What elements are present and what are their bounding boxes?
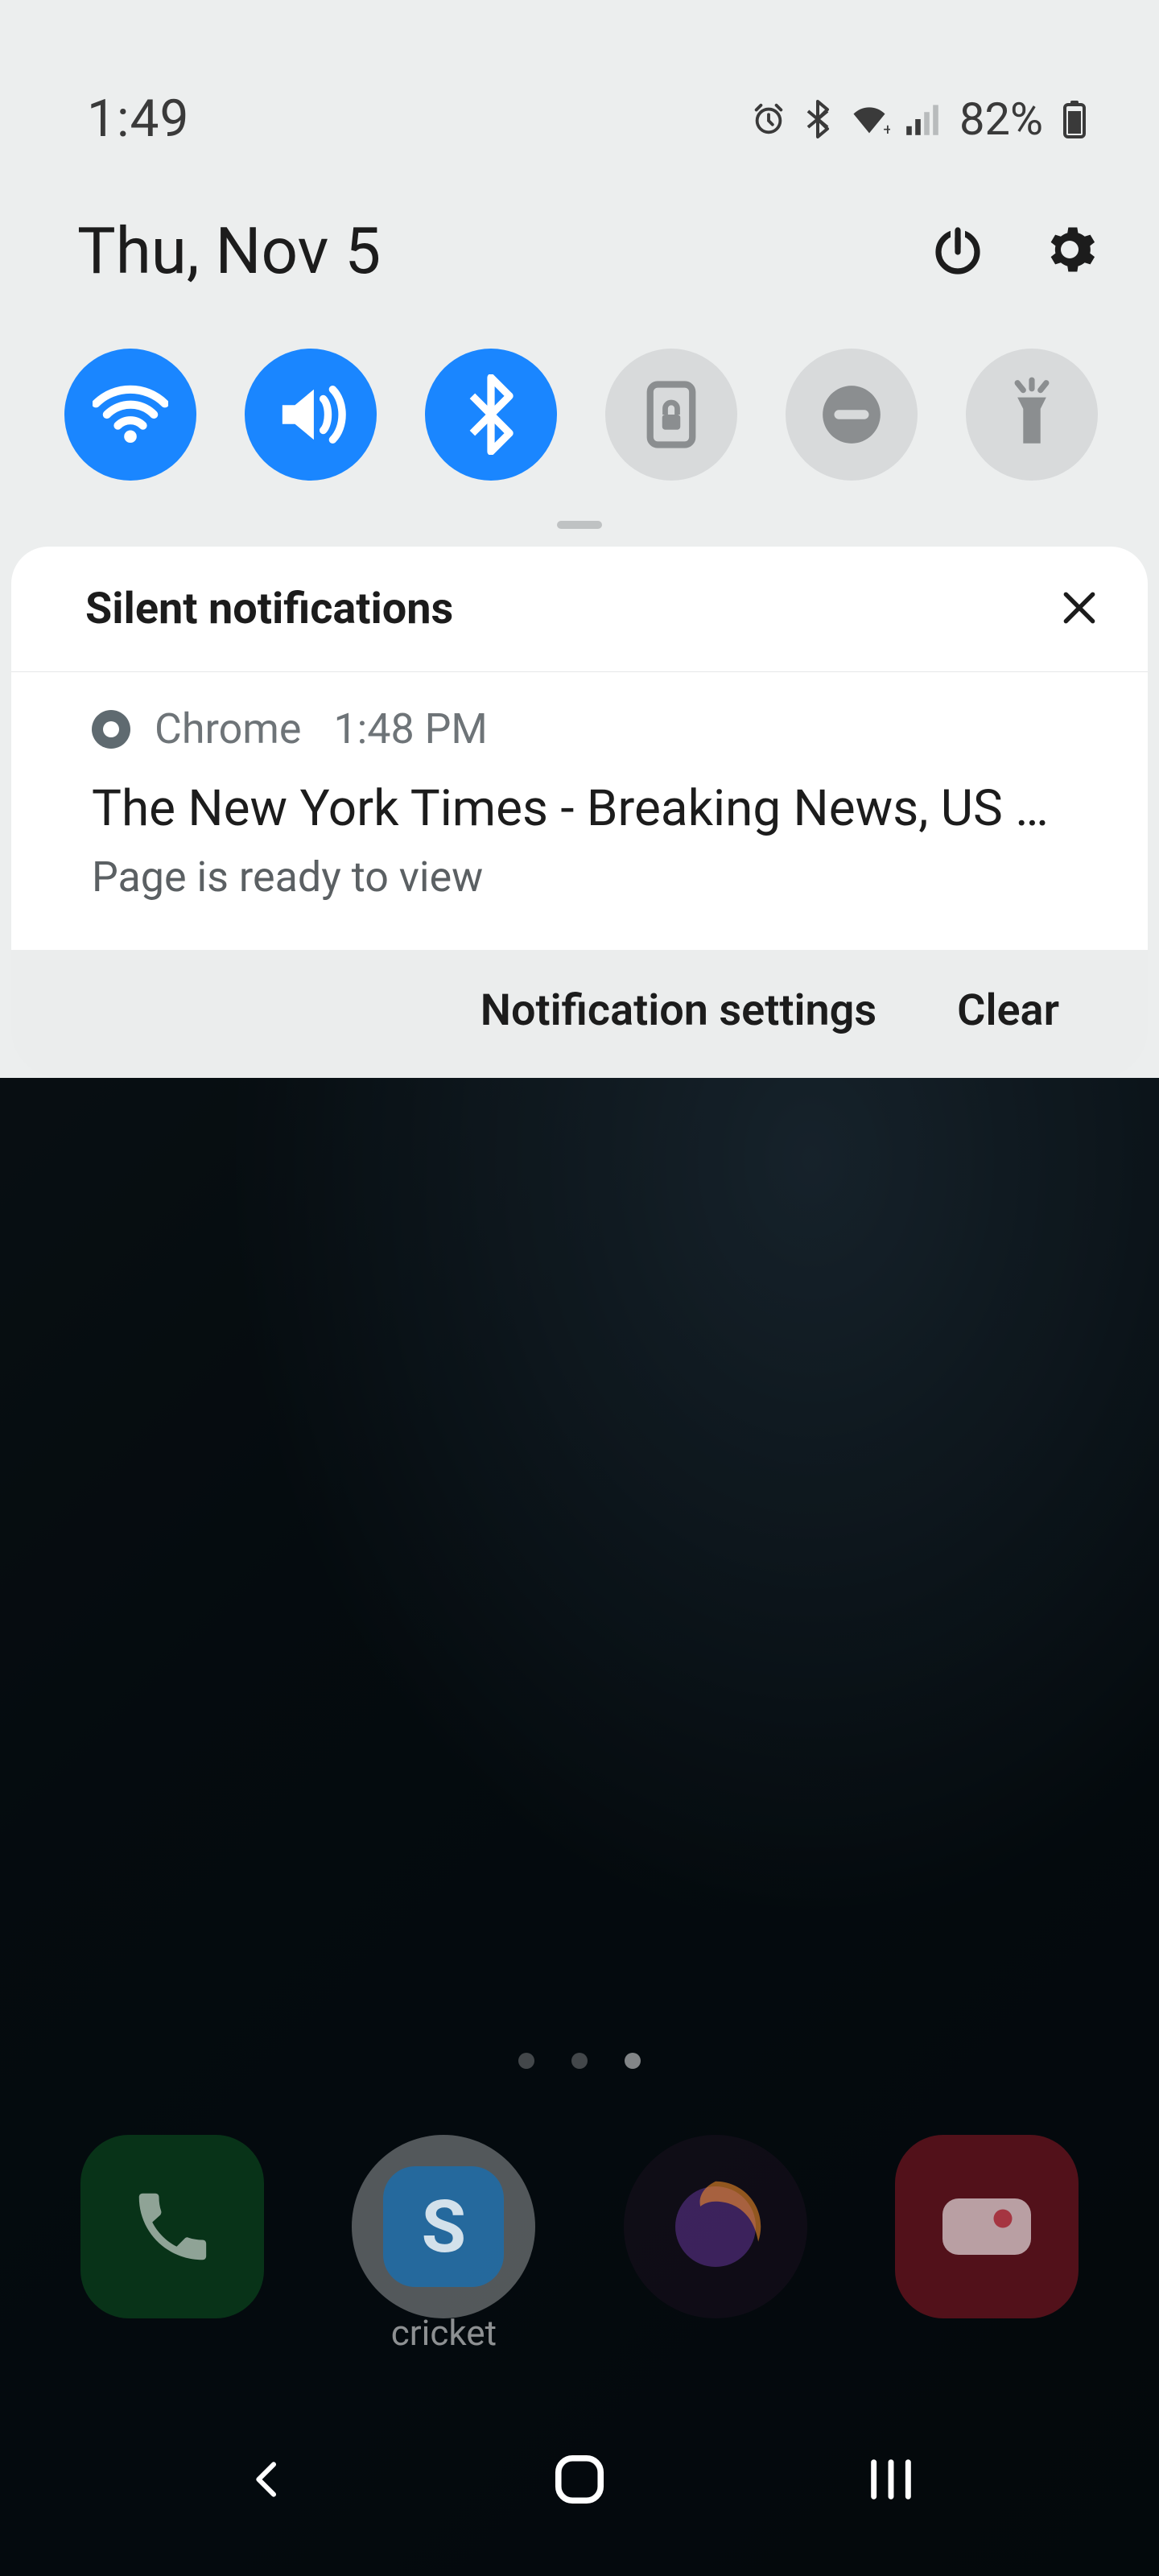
bluetooth-icon: [465, 374, 517, 455]
dismiss-silent-button[interactable]: [1059, 588, 1099, 631]
rotation-lock-icon: [640, 378, 703, 451]
dnd-icon: [817, 380, 886, 449]
flashlight-icon: [1001, 374, 1062, 455]
alarm-icon: [750, 101, 787, 138]
quick-settings-row[interactable]: [0, 321, 1159, 513]
system-navbar: [0, 2415, 1159, 2544]
chrome-icon: [92, 710, 130, 749]
home-button[interactable]: [531, 2447, 628, 2512]
wifi-icon: [93, 385, 168, 444]
notification-time: 1:48 PM: [333, 704, 487, 753]
sound-icon: [272, 380, 349, 449]
battery-icon: [1062, 100, 1087, 138]
dock-app-phone[interactable]: [80, 2135, 264, 2318]
shade-header: Thu, Nov 5: [0, 181, 1159, 321]
silent-notifications-card: Silent notifications Chrome 1:48 PM The …: [11, 547, 1148, 950]
qs-tile-bluetooth[interactable]: [425, 349, 557, 481]
notification-title: The New York Times - Breaking News, US N…: [92, 779, 1074, 838]
settings-button[interactable]: [1043, 223, 1096, 279]
dock: S cricket: [0, 2135, 1159, 2318]
camera-icon: [938, 2190, 1035, 2263]
power-button[interactable]: [929, 221, 987, 282]
status-time: 1:49: [87, 89, 189, 149]
dock-app-skype[interactable]: S cricket: [352, 2135, 535, 2318]
notification-subtitle: Page is ready to view: [92, 852, 1074, 902]
phone-icon: [128, 2182, 217, 2271]
qs-tile-flashlight[interactable]: [966, 349, 1098, 481]
recents-button[interactable]: [843, 2447, 939, 2512]
silent-notifications-title: Silent notifications: [85, 584, 453, 634]
signal-icon: [905, 101, 940, 137]
qs-tile-dnd[interactable]: [786, 349, 918, 481]
notification-shade[interactable]: 1:49 + 82% Thu, Nov 5: [0, 0, 1159, 1078]
dock-app-camera[interactable]: [895, 2135, 1079, 2318]
gear-icon: [1043, 223, 1096, 276]
dock-app-firefox[interactable]: [624, 2135, 807, 2318]
page-indicator: [0, 2053, 1159, 2069]
notification-footer: Notification settings Clear: [11, 950, 1148, 1078]
close-icon: [1059, 588, 1099, 628]
status-bar: 1:49 + 82%: [0, 0, 1159, 181]
notification-app-name: Chrome: [155, 704, 301, 753]
back-button[interactable]: [220, 2447, 316, 2512]
shade-date[interactable]: Thu, Nov 5: [77, 213, 381, 289]
qs-tile-wifi[interactable]: [64, 349, 196, 481]
firefox-icon: [655, 2166, 776, 2287]
status-icon-tray: + 82%: [750, 93, 1087, 146]
clear-button[interactable]: Clear: [957, 985, 1059, 1036]
power-icon: [929, 221, 987, 279]
qs-tile-rotation-lock[interactable]: [605, 349, 737, 481]
notification-item[interactable]: Chrome 1:48 PM The New York Times - Brea…: [11, 672, 1148, 950]
qs-tile-sound[interactable]: [245, 349, 377, 481]
notification-settings-button[interactable]: Notification settings: [481, 985, 876, 1036]
svg-text:+: +: [883, 120, 890, 137]
dock-app-label: cricket: [391, 2312, 497, 2354]
battery-percent: 82%: [959, 93, 1043, 146]
skype-icon: S: [383, 2166, 504, 2287]
shade-drag-handle[interactable]: [557, 521, 602, 529]
wifi-status-icon: +: [848, 101, 890, 137]
bluetooth-status-icon: [802, 100, 834, 138]
